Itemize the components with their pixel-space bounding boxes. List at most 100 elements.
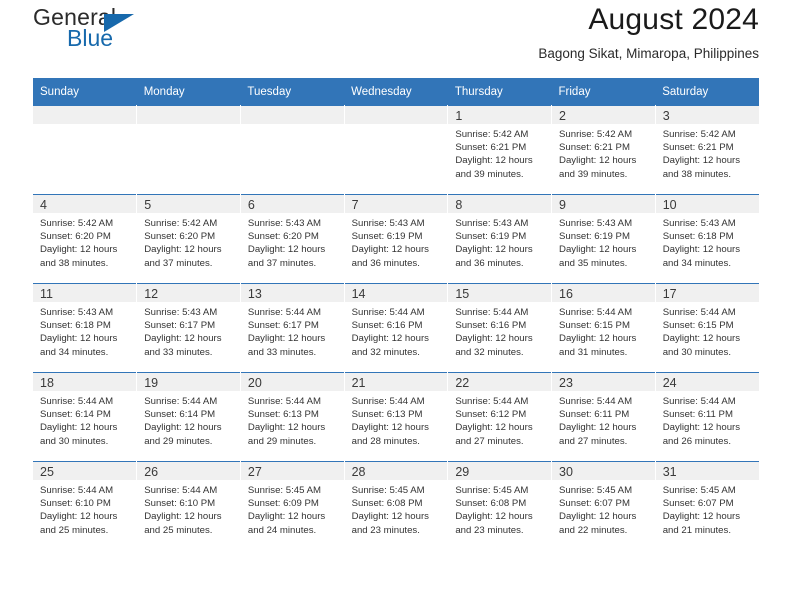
calendar-day-cell[interactable]: 17 Sunrise: 5:44 AM Sunset: 6:15 PM Dayligh… <box>655 283 759 372</box>
calendar-day-cell[interactable]: 1 Sunrise: 5:42 AM Sunset: 6:21 PM Daylight… <box>447 105 553 194</box>
daylight-duration-line1: Daylight: 12 hours <box>662 511 741 523</box>
calendar-week-row: 11 Sunrise: 5:43 AM Sunset: 6:18 PM Dayligh… <box>33 283 759 372</box>
calendar-day-cell[interactable]: 24 Sunrise: 5:44 AM Sunset: 6:11 PM Dayligh… <box>655 372 759 461</box>
calendar-day-cell[interactable]: 30 Sunrise: 5:45 AM Sunset: 6:07 PM Dayligh… <box>551 461 656 550</box>
daylight-duration-line1: Daylight: 12 hours <box>144 422 222 434</box>
daylight-duration-line2: and 27 minutes. <box>455 435 524 447</box>
day-details: Sunrise: 5:42 AM Sunset: 6:20 PM Daylight:… <box>137 213 240 270</box>
day-number: 12 <box>144 287 159 301</box>
calendar-day-cell[interactable]: 8 Sunrise: 5:43 AM Sunset: 6:19 PM Daylight… <box>447 194 553 283</box>
day-number: 31 <box>662 465 677 479</box>
calendar-day-cell[interactable]: 23 Sunrise: 5:44 AM Sunset: 6:11 PM Dayligh… <box>551 372 656 461</box>
day-number-band: 26 <box>137 461 240 480</box>
sunrise-time: Sunrise: 5:44 AM <box>144 396 218 407</box>
daylight-duration-line1: Daylight: 12 hours <box>144 244 222 256</box>
day-details: Sunrise: 5:43 AM Sunset: 6:17 PM Daylight:… <box>137 302 240 359</box>
calendar-day-cell[interactable]: 9 Sunrise: 5:43 AM Sunset: 6:19 PM Daylight… <box>551 194 656 283</box>
calendar-page: General Blue August 2024 Bagong Sikat, M… <box>0 0 792 612</box>
daylight-duration-line2: and 23 minutes. <box>351 524 420 536</box>
calendar-day-cell[interactable]: 10 Sunrise: 5:43 AM Sunset: 6:18 PM Dayligh… <box>655 194 759 283</box>
calendar-day-cell[interactable]: 11 Sunrise: 5:43 AM Sunset: 6:18 PM Dayligh… <box>33 283 138 372</box>
calendar-day-cell[interactable]: 27 Sunrise: 5:45 AM Sunset: 6:09 PM Dayligh… <box>240 461 345 550</box>
calendar-day-cell[interactable]: 7 Sunrise: 5:43 AM Sunset: 6:19 PM Daylight… <box>344 194 449 283</box>
daylight-duration-line2: and 30 minutes. <box>40 435 109 447</box>
calendar-day-cell-empty <box>344 105 449 194</box>
day-details: Sunrise: 5:44 AM Sunset: 6:13 PM Daylight:… <box>241 391 344 448</box>
daylight-duration-line1: Daylight: 12 hours <box>559 333 637 345</box>
sunrise-time: Sunrise: 5:44 AM <box>247 396 321 407</box>
sunrise-time: Sunrise: 5:42 AM <box>559 129 633 140</box>
calendar-day-cell[interactable]: 13 Sunrise: 5:44 AM Sunset: 6:17 PM Dayligh… <box>240 283 345 372</box>
sunset-time: Sunset: 6:14 PM <box>144 409 216 421</box>
daylight-duration-line2: and 38 minutes. <box>662 168 731 180</box>
day-number-band <box>33 105 137 124</box>
calendar-day-cell[interactable]: 2 Sunrise: 5:42 AM Sunset: 6:21 PM Daylight… <box>551 105 656 194</box>
calendar-day-cell[interactable]: 15 Sunrise: 5:44 AM Sunset: 6:16 PM Dayligh… <box>447 283 553 372</box>
daylight-duration-line2: and 22 minutes. <box>559 524 628 536</box>
day-number-band: 4 <box>33 194 137 213</box>
sunset-time: Sunset: 6:16 PM <box>351 320 423 332</box>
daylight-duration-line2: and 25 minutes. <box>40 524 109 536</box>
sunrise-time: Sunrise: 5:44 AM <box>455 307 529 318</box>
day-details: Sunrise: 5:44 AM Sunset: 6:16 PM Daylight:… <box>448 302 551 359</box>
daylight-duration-line2: and 35 minutes. <box>559 257 628 269</box>
calendar-day-cell[interactable]: 21 Sunrise: 5:44 AM Sunset: 6:13 PM Dayligh… <box>344 372 449 461</box>
day-details: Sunrise: 5:44 AM Sunset: 6:11 PM Daylight:… <box>656 391 759 448</box>
day-details: Sunrise: 5:45 AM Sunset: 6:08 PM Daylight:… <box>448 480 551 537</box>
sunset-time: Sunset: 6:11 PM <box>662 409 733 421</box>
calendar-day-cell[interactable]: 3 Sunrise: 5:42 AM Sunset: 6:21 PM Daylight… <box>655 105 759 194</box>
calendar-day-cell[interactable]: 26 Sunrise: 5:44 AM Sunset: 6:10 PM Dayligh… <box>136 461 241 550</box>
day-number-band: 25 <box>33 461 137 480</box>
day-details: Sunrise: 5:43 AM Sunset: 6:18 PM Daylight:… <box>656 213 759 270</box>
day-details: Sunrise: 5:43 AM Sunset: 6:19 PM Daylight:… <box>448 213 551 270</box>
sunrise-time: Sunrise: 5:43 AM <box>455 218 529 229</box>
calendar-day-cell[interactable]: 5 Sunrise: 5:42 AM Sunset: 6:20 PM Daylight… <box>136 194 241 283</box>
sunrise-time: Sunrise: 5:45 AM <box>455 485 529 496</box>
day-details: Sunrise: 5:44 AM Sunset: 6:12 PM Daylight:… <box>448 391 551 448</box>
weekday-header-row: Sunday Monday Tuesday Wednesday Thursday… <box>33 78 759 105</box>
calendar-day-cell[interactable]: 6 Sunrise: 5:43 AM Sunset: 6:20 PM Daylight… <box>240 194 345 283</box>
calendar-day-cell[interactable]: 12 Sunrise: 5:43 AM Sunset: 6:17 PM Dayligh… <box>136 283 241 372</box>
calendar-day-cell[interactable]: 18 Sunrise: 5:44 AM Sunset: 6:14 PM Dayligh… <box>33 372 138 461</box>
sunset-time: Sunset: 6:13 PM <box>247 409 319 421</box>
daylight-duration-line1: Daylight: 12 hours <box>662 422 741 434</box>
daylight-duration-line1: Daylight: 12 hours <box>351 422 429 434</box>
day-number: 16 <box>559 287 573 301</box>
calendar-day-cell[interactable]: 16 Sunrise: 5:44 AM Sunset: 6:15 PM Dayligh… <box>551 283 656 372</box>
day-details: Sunrise: 5:45 AM Sunset: 6:07 PM Daylight:… <box>656 480 759 537</box>
calendar-day-cell[interactable]: 20 Sunrise: 5:44 AM Sunset: 6:13 PM Dayligh… <box>240 372 345 461</box>
sunrise-time: Sunrise: 5:43 AM <box>144 307 218 318</box>
daylight-duration-line2: and 27 minutes. <box>559 435 628 447</box>
sunrise-time: Sunrise: 5:44 AM <box>662 307 736 318</box>
calendar-day-cell[interactable]: 4 Sunrise: 5:42 AM Sunset: 6:20 PM Daylight… <box>33 194 138 283</box>
calendar-day-cell[interactable]: 14 Sunrise: 5:44 AM Sunset: 6:16 PM Dayligh… <box>344 283 449 372</box>
day-number-band: 30 <box>552 461 655 480</box>
calendar-day-cell[interactable]: 25 Sunrise: 5:44 AM Sunset: 6:10 PM Dayligh… <box>33 461 138 550</box>
sunset-time: Sunset: 6:11 PM <box>559 409 630 421</box>
daylight-duration-line2: and 36 minutes. <box>351 257 420 269</box>
day-details: Sunrise: 5:42 AM Sunset: 6:21 PM Daylight:… <box>552 124 655 181</box>
calendar-day-cell[interactable]: 19 Sunrise: 5:44 AM Sunset: 6:14 PM Dayligh… <box>136 372 241 461</box>
calendar-day-cell[interactable]: 28 Sunrise: 5:45 AM Sunset: 6:08 PM Dayligh… <box>344 461 449 550</box>
day-number-band <box>240 105 344 124</box>
brand-logo[interactable]: General Blue <box>33 5 213 61</box>
daylight-duration-line2: and 28 minutes. <box>351 435 420 447</box>
sunset-time: Sunset: 6:21 PM <box>455 142 527 154</box>
day-number-band: 11 <box>33 283 137 302</box>
day-number: 29 <box>455 465 470 479</box>
day-number: 27 <box>247 465 262 479</box>
day-details: Sunrise: 5:44 AM Sunset: 6:14 PM Daylight:… <box>33 391 136 448</box>
day-number: 14 <box>351 287 366 301</box>
day-number: 1 <box>455 109 463 123</box>
day-number-band: 13 <box>240 283 344 302</box>
daylight-duration-line1: Daylight: 12 hours <box>455 333 533 345</box>
triangle-icon <box>104 14 134 32</box>
calendar-day-cell[interactable]: 22 Sunrise: 5:44 AM Sunset: 6:12 PM Dayligh… <box>447 372 553 461</box>
calendar-day-cell[interactable]: 31 Sunrise: 5:45 AM Sunset: 6:07 PM Dayligh… <box>655 461 759 550</box>
calendar-day-cell[interactable]: 29 Sunrise: 5:45 AM Sunset: 6:08 PM Dayligh… <box>447 461 553 550</box>
sunset-time: Sunset: 6:20 PM <box>144 231 216 243</box>
day-details: Sunrise: 5:45 AM Sunset: 6:09 PM Daylight:… <box>241 480 344 537</box>
day-details: Sunrise: 5:42 AM Sunset: 6:21 PM Daylight:… <box>448 124 551 181</box>
day-number-band: 19 <box>137 372 240 391</box>
sunset-time: Sunset: 6:21 PM <box>559 142 630 154</box>
